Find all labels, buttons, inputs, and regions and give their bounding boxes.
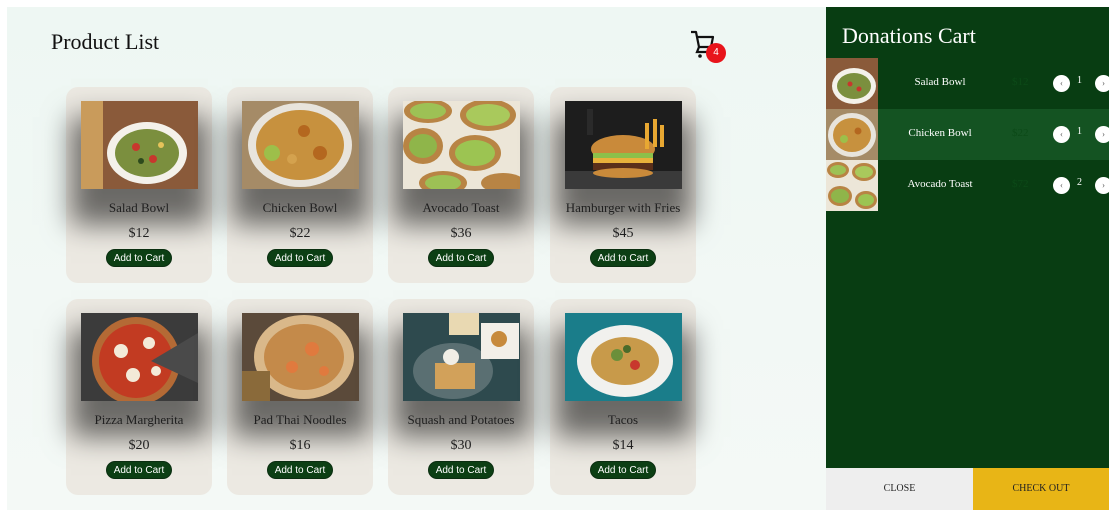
cart-item-price: $12 — [1012, 76, 1029, 88]
chicken-bowl-image — [242, 101, 359, 189]
donations-cart-panel: Donations Cart Salad Bowl $12 ‹ 1 › Chic… — [826, 7, 1109, 510]
cart-button[interactable]: 4 — [687, 27, 727, 67]
chevron-right-icon: › — [1102, 180, 1105, 190]
product-card: Chicken Bowl $22 Add to Cart — [227, 87, 373, 283]
cart-title: Donations Cart — [842, 23, 976, 48]
product-price: $12 — [128, 226, 150, 241]
cart-item-quantity: 2 — [1077, 177, 1082, 188]
cart-count-badge: 4 — [706, 43, 726, 63]
product-name: Salad Bowl — [108, 200, 170, 215]
product-list-panel: Product List 4 Salad Bowl $12 Add to Car… — [7, 7, 826, 510]
product-card: Pizza Margherita $20 Add to Cart — [66, 299, 212, 495]
chevron-left-icon: ‹ — [1060, 78, 1063, 88]
cart-item-name: Salad Bowl — [914, 76, 966, 88]
product-card: Avocado Toast $36 Add to Cart — [388, 87, 534, 283]
cart-item: Avocado Toast $72 ‹ 2 › — [826, 160, 1109, 211]
add-to-cart-button[interactable]: Add to Cart — [267, 461, 333, 479]
product-card: Squash and Potatoes $30 Add to Cart — [388, 299, 534, 495]
avocado-toast-image — [403, 99, 525, 195]
product-name: Chicken Bowl — [262, 200, 338, 215]
checkout-button[interactable]: CHECK OUT — [973, 468, 1109, 510]
chevron-right-icon: › — [1102, 78, 1105, 88]
increase-quantity-button[interactable]: › — [1095, 177, 1109, 194]
tacos-image — [565, 313, 682, 401]
product-price: $14 — [612, 438, 634, 453]
chevron-left-icon: ‹ — [1060, 180, 1063, 190]
close-button[interactable]: CLOSE — [826, 468, 973, 510]
salad-bowl-image — [81, 101, 198, 189]
add-to-cart-button[interactable]: Add to Cart — [106, 249, 172, 267]
cart-item-price: $72 — [1012, 178, 1029, 190]
chicken-bowl-thumbnail — [826, 109, 878, 160]
pad-thai-image — [242, 313, 359, 401]
add-to-cart-button[interactable]: Add to Cart — [428, 249, 494, 267]
cart-item: Salad Bowl $12 ‹ 1 › — [826, 58, 1109, 109]
chevron-left-icon: ‹ — [1060, 129, 1063, 139]
cart-item-name: Avocado Toast — [907, 178, 973, 190]
product-price: $30 — [450, 438, 472, 453]
decrease-quantity-button[interactable]: ‹ — [1053, 75, 1070, 92]
increase-quantity-button[interactable]: › — [1095, 75, 1109, 92]
page-title: Product List — [51, 29, 160, 54]
squash-potatoes-image — [403, 313, 520, 401]
increase-quantity-button[interactable]: › — [1095, 126, 1109, 143]
decrease-quantity-button[interactable]: ‹ — [1053, 126, 1070, 143]
add-to-cart-button[interactable]: Add to Cart — [590, 249, 656, 267]
chevron-right-icon: › — [1102, 129, 1105, 139]
avocado-toast-thumbnail — [826, 160, 878, 211]
product-price: $45 — [612, 226, 634, 241]
cart-item: Chicken Bowl $22 ‹ 1 › — [826, 109, 1109, 160]
product-price: $36 — [450, 226, 472, 241]
product-price: $20 — [128, 438, 150, 453]
salad-bowl-thumbnail — [826, 58, 878, 109]
product-name: Pizza Margherita — [94, 412, 184, 427]
add-to-cart-button[interactable]: Add to Cart — [267, 249, 333, 267]
product-card: Pad Thai Noodles $16 Add to Cart — [227, 299, 373, 495]
product-card: Hamburger with Fries $45 Add to Cart — [550, 87, 696, 283]
product-price: $16 — [289, 438, 311, 453]
cart-item-quantity: 1 — [1077, 126, 1082, 137]
product-card: Salad Bowl $12 Add to Cart — [66, 87, 212, 283]
cart-item-name: Chicken Bowl — [908, 127, 972, 139]
product-name: Hamburger with Fries — [565, 200, 681, 215]
pizza-image — [81, 313, 198, 405]
product-name: Tacos — [607, 412, 639, 427]
cart-item-quantity: 1 — [1077, 75, 1082, 86]
cart-item-price: $22 — [1012, 127, 1029, 139]
product-card: Tacos $14 Add to Cart — [550, 299, 696, 495]
product-price: $22 — [289, 226, 311, 241]
product-name: Avocado Toast — [422, 200, 500, 215]
product-name: Squash and Potatoes — [407, 412, 515, 427]
product-name: Pad Thai Noodles — [253, 412, 347, 427]
add-to-cart-button[interactable]: Add to Cart — [428, 461, 494, 479]
add-to-cart-button[interactable]: Add to Cart — [106, 461, 172, 479]
hamburger-image — [565, 101, 682, 189]
add-to-cart-button[interactable]: Add to Cart — [590, 461, 656, 479]
decrease-quantity-button[interactable]: ‹ — [1053, 177, 1070, 194]
